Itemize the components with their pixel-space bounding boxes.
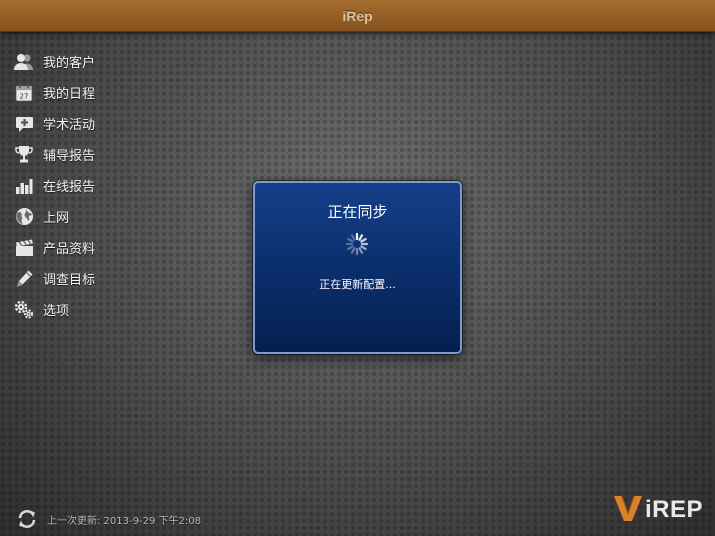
customers-icon [13,51,35,73]
sync-dialog-message: 正在更新配置... [319,278,396,291]
pencil-icon [13,268,35,290]
last-update-text: 上一次更新: 2013-9-29 下午2:08 [47,515,201,527]
sync-progress-dialog: 正在同步 正在更新配置... [253,181,462,354]
sidebar-item-label: 调查目标 [43,273,96,288]
sidebar-item-survey-targets[interactable]: 调查目标 [13,263,95,294]
calendar-day-text: 27 [20,93,29,101]
sidebar-item-academic-activities[interactable]: 学术活动 [13,108,95,139]
globe-icon [13,206,35,228]
sidebar-item-label: 选项 [43,304,70,319]
sidebar-item-label: 在线报告 [43,180,96,195]
app-window: iRep 我的客户 27 我的日程 学术活动 辅导报告 在线报告 上网 产品资料… [0,0,715,536]
sidebar-item-label: 辅导报告 [43,149,96,164]
footer-bar: 上一次更新: 2013-9-29 下午2:08 [15,508,201,530]
gears-icon [13,299,35,321]
calendar-icon: 27 [13,82,35,104]
clapper-icon [13,237,35,259]
activity-icon [13,113,35,135]
refresh-sync-icon[interactable] [15,508,39,530]
sidebar-item-internet[interactable]: 上网 [13,201,95,232]
irep-logo-mark-icon [613,494,643,526]
sync-dialog-title: 正在同步 [327,203,388,221]
trophy-icon [13,144,35,166]
sidebar-item-label: 产品资料 [43,242,96,257]
bar-chart-icon [13,175,35,197]
sidebar-item-label: 我的日程 [43,87,96,102]
sidebar-item-my-schedule[interactable]: 27 我的日程 [13,77,95,108]
sidebar-item-my-customers[interactable]: 我的客户 [13,46,95,77]
sidebar-item-online-reports[interactable]: 在线报告 [13,170,95,201]
sidebar-item-coaching-reports[interactable]: 辅导报告 [13,139,95,170]
sidebar-menu: 我的客户 27 我的日程 学术活动 辅导报告 在线报告 上网 产品资料 调查目标… [13,46,95,325]
sidebar-item-label: 学术活动 [43,118,96,133]
sidebar-item-options[interactable]: 选项 [13,294,95,325]
logo-wordmark: iREP [644,496,703,523]
app-title: iRep [342,7,373,24]
title-bar: iRep [0,0,715,32]
irep-logo: iREP [613,494,703,526]
sidebar-item-label: 我的客户 [43,56,96,71]
sidebar-item-product-info[interactable]: 产品资料 [13,232,95,263]
loading-spinner-icon [345,232,369,256]
sidebar-item-label: 上网 [43,211,70,226]
